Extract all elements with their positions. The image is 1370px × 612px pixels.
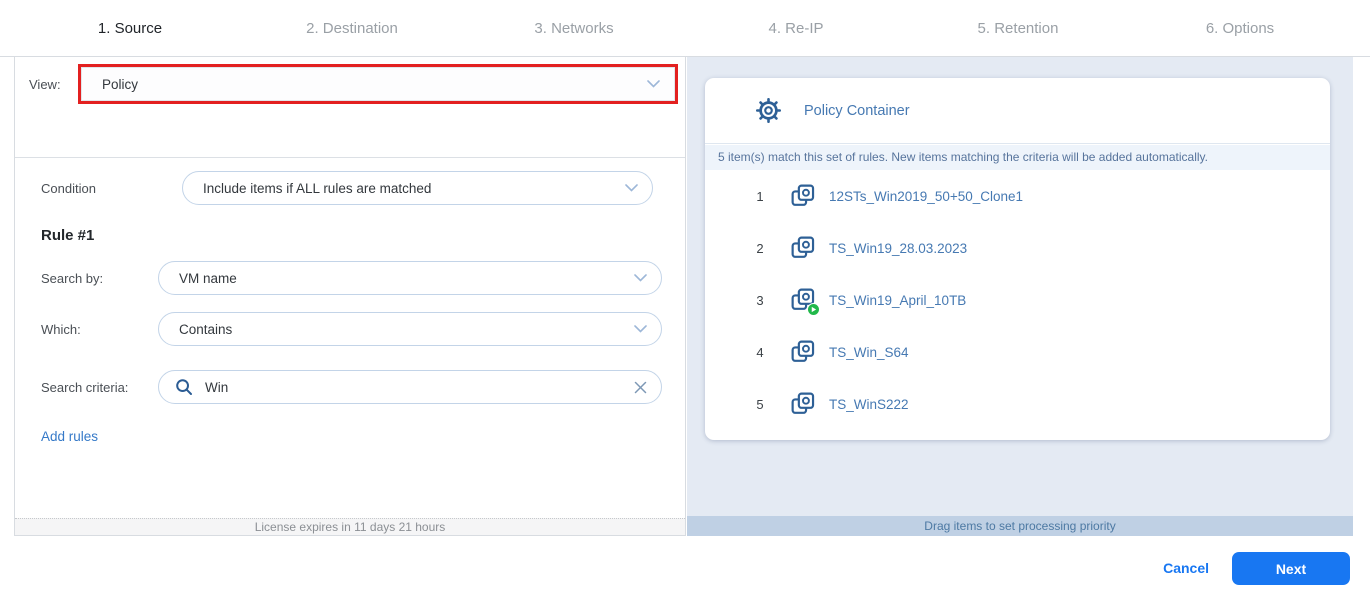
search-criteria-label: Search criteria:	[41, 380, 128, 395]
which-dropdown-value: Contains	[159, 322, 232, 337]
policy-region: Policy Container 5 item(s) match this se…	[687, 57, 1353, 536]
view-dropdown[interactable]: Policy	[81, 67, 675, 101]
view-dropdown-value: Policy	[82, 77, 138, 92]
license-status: License expires in 11 days 21 hours	[15, 518, 685, 535]
chevron-down-icon	[634, 320, 647, 338]
condition-dropdown[interactable]: Include items if ALL rules are matched	[182, 171, 653, 205]
vm-icon	[790, 287, 816, 313]
cancel-button[interactable]: Cancel	[1163, 560, 1209, 576]
vm-name: TS_Win19_28.03.2023	[829, 241, 967, 256]
vm-icon	[790, 235, 816, 261]
item-priority-number: 2	[753, 241, 767, 256]
tab-reip[interactable]: 4. Re-IP	[685, 0, 907, 56]
vm-icon	[790, 391, 816, 417]
item-priority-number: 4	[753, 345, 767, 360]
search-icon	[175, 378, 193, 396]
tab-source[interactable]: 1. Source	[19, 0, 241, 56]
search-criteria-field	[158, 370, 662, 404]
vm-name: TS_Win19_April_10TB	[829, 293, 966, 308]
next-button[interactable]: Next	[1232, 552, 1350, 585]
chevron-down-icon	[634, 269, 647, 287]
view-row: View: Policy	[15, 57, 685, 157]
search-by-dropdown[interactable]: VM name	[158, 261, 662, 295]
list-item[interactable]: 2 TS_Win19_28.03.2023	[705, 222, 1330, 274]
vm-icon	[790, 183, 816, 209]
wizard-footer: Cancel Next	[0, 536, 1370, 612]
add-rules-link[interactable]: Add rules	[41, 429, 98, 444]
tab-networks[interactable]: 3. Networks	[463, 0, 685, 56]
rule-title: Rule #1	[41, 227, 94, 244]
vm-name: TS_WinS222	[829, 397, 909, 412]
section-divider	[15, 157, 685, 158]
source-rules-panel: View: Policy Condition Include items if …	[14, 57, 686, 536]
list-item[interactable]: 5 TS_WinS222	[705, 378, 1330, 430]
list-item[interactable]: 1 12STs_Win2019_50+50_Clone1	[705, 170, 1330, 222]
item-priority-number: 5	[753, 397, 767, 412]
which-label: Which:	[41, 322, 81, 337]
item-priority-number: 3	[753, 293, 767, 308]
search-by-dropdown-value: VM name	[159, 271, 237, 286]
drag-priority-hint: Drag items to set processing priority	[687, 516, 1353, 536]
running-badge-icon	[807, 303, 820, 316]
chevron-down-icon	[647, 75, 660, 93]
wizard-steps: 1. Source 2. Destination 3. Networks 4. …	[19, 0, 1351, 56]
condition-dropdown-value: Include items if ALL rules are matched	[183, 181, 431, 196]
chevron-down-icon	[625, 179, 638, 197]
view-label: View:	[29, 77, 61, 92]
tab-destination[interactable]: 2. Destination	[241, 0, 463, 56]
policy-card-header: Policy Container	[705, 78, 1330, 144]
which-dropdown[interactable]: Contains	[158, 312, 662, 346]
annotation-highlight-box: Policy	[78, 64, 678, 104]
clear-icon[interactable]	[634, 381, 647, 394]
tab-options[interactable]: 6. Options	[1129, 0, 1351, 56]
search-by-label: Search by:	[41, 271, 103, 286]
vm-name: 12STs_Win2019_50+50_Clone1	[829, 189, 1023, 204]
vm-icon	[790, 339, 816, 365]
policy-container-title: Policy Container	[804, 103, 910, 119]
gear-icon	[755, 97, 782, 124]
search-criteria-input[interactable]	[205, 380, 634, 395]
tab-retention[interactable]: 5. Retention	[907, 0, 1129, 56]
list-item[interactable]: 4 TS_Win_S64	[705, 326, 1330, 378]
vm-list: 1 12STs_Win2019_50+50_Clone1 2 TS_Win19_…	[705, 170, 1330, 430]
policy-container-card: Policy Container 5 item(s) match this se…	[705, 78, 1330, 440]
wizard-content: View: Policy Condition Include items if …	[0, 56, 1370, 536]
condition-label: Condition	[41, 181, 96, 196]
list-item[interactable]: 3 TS_Win19_April_10TB	[705, 274, 1330, 326]
item-priority-number: 1	[753, 189, 767, 204]
vm-name: TS_Win_S64	[829, 345, 909, 360]
match-notice: 5 item(s) match this set of rules. New i…	[705, 145, 1330, 170]
